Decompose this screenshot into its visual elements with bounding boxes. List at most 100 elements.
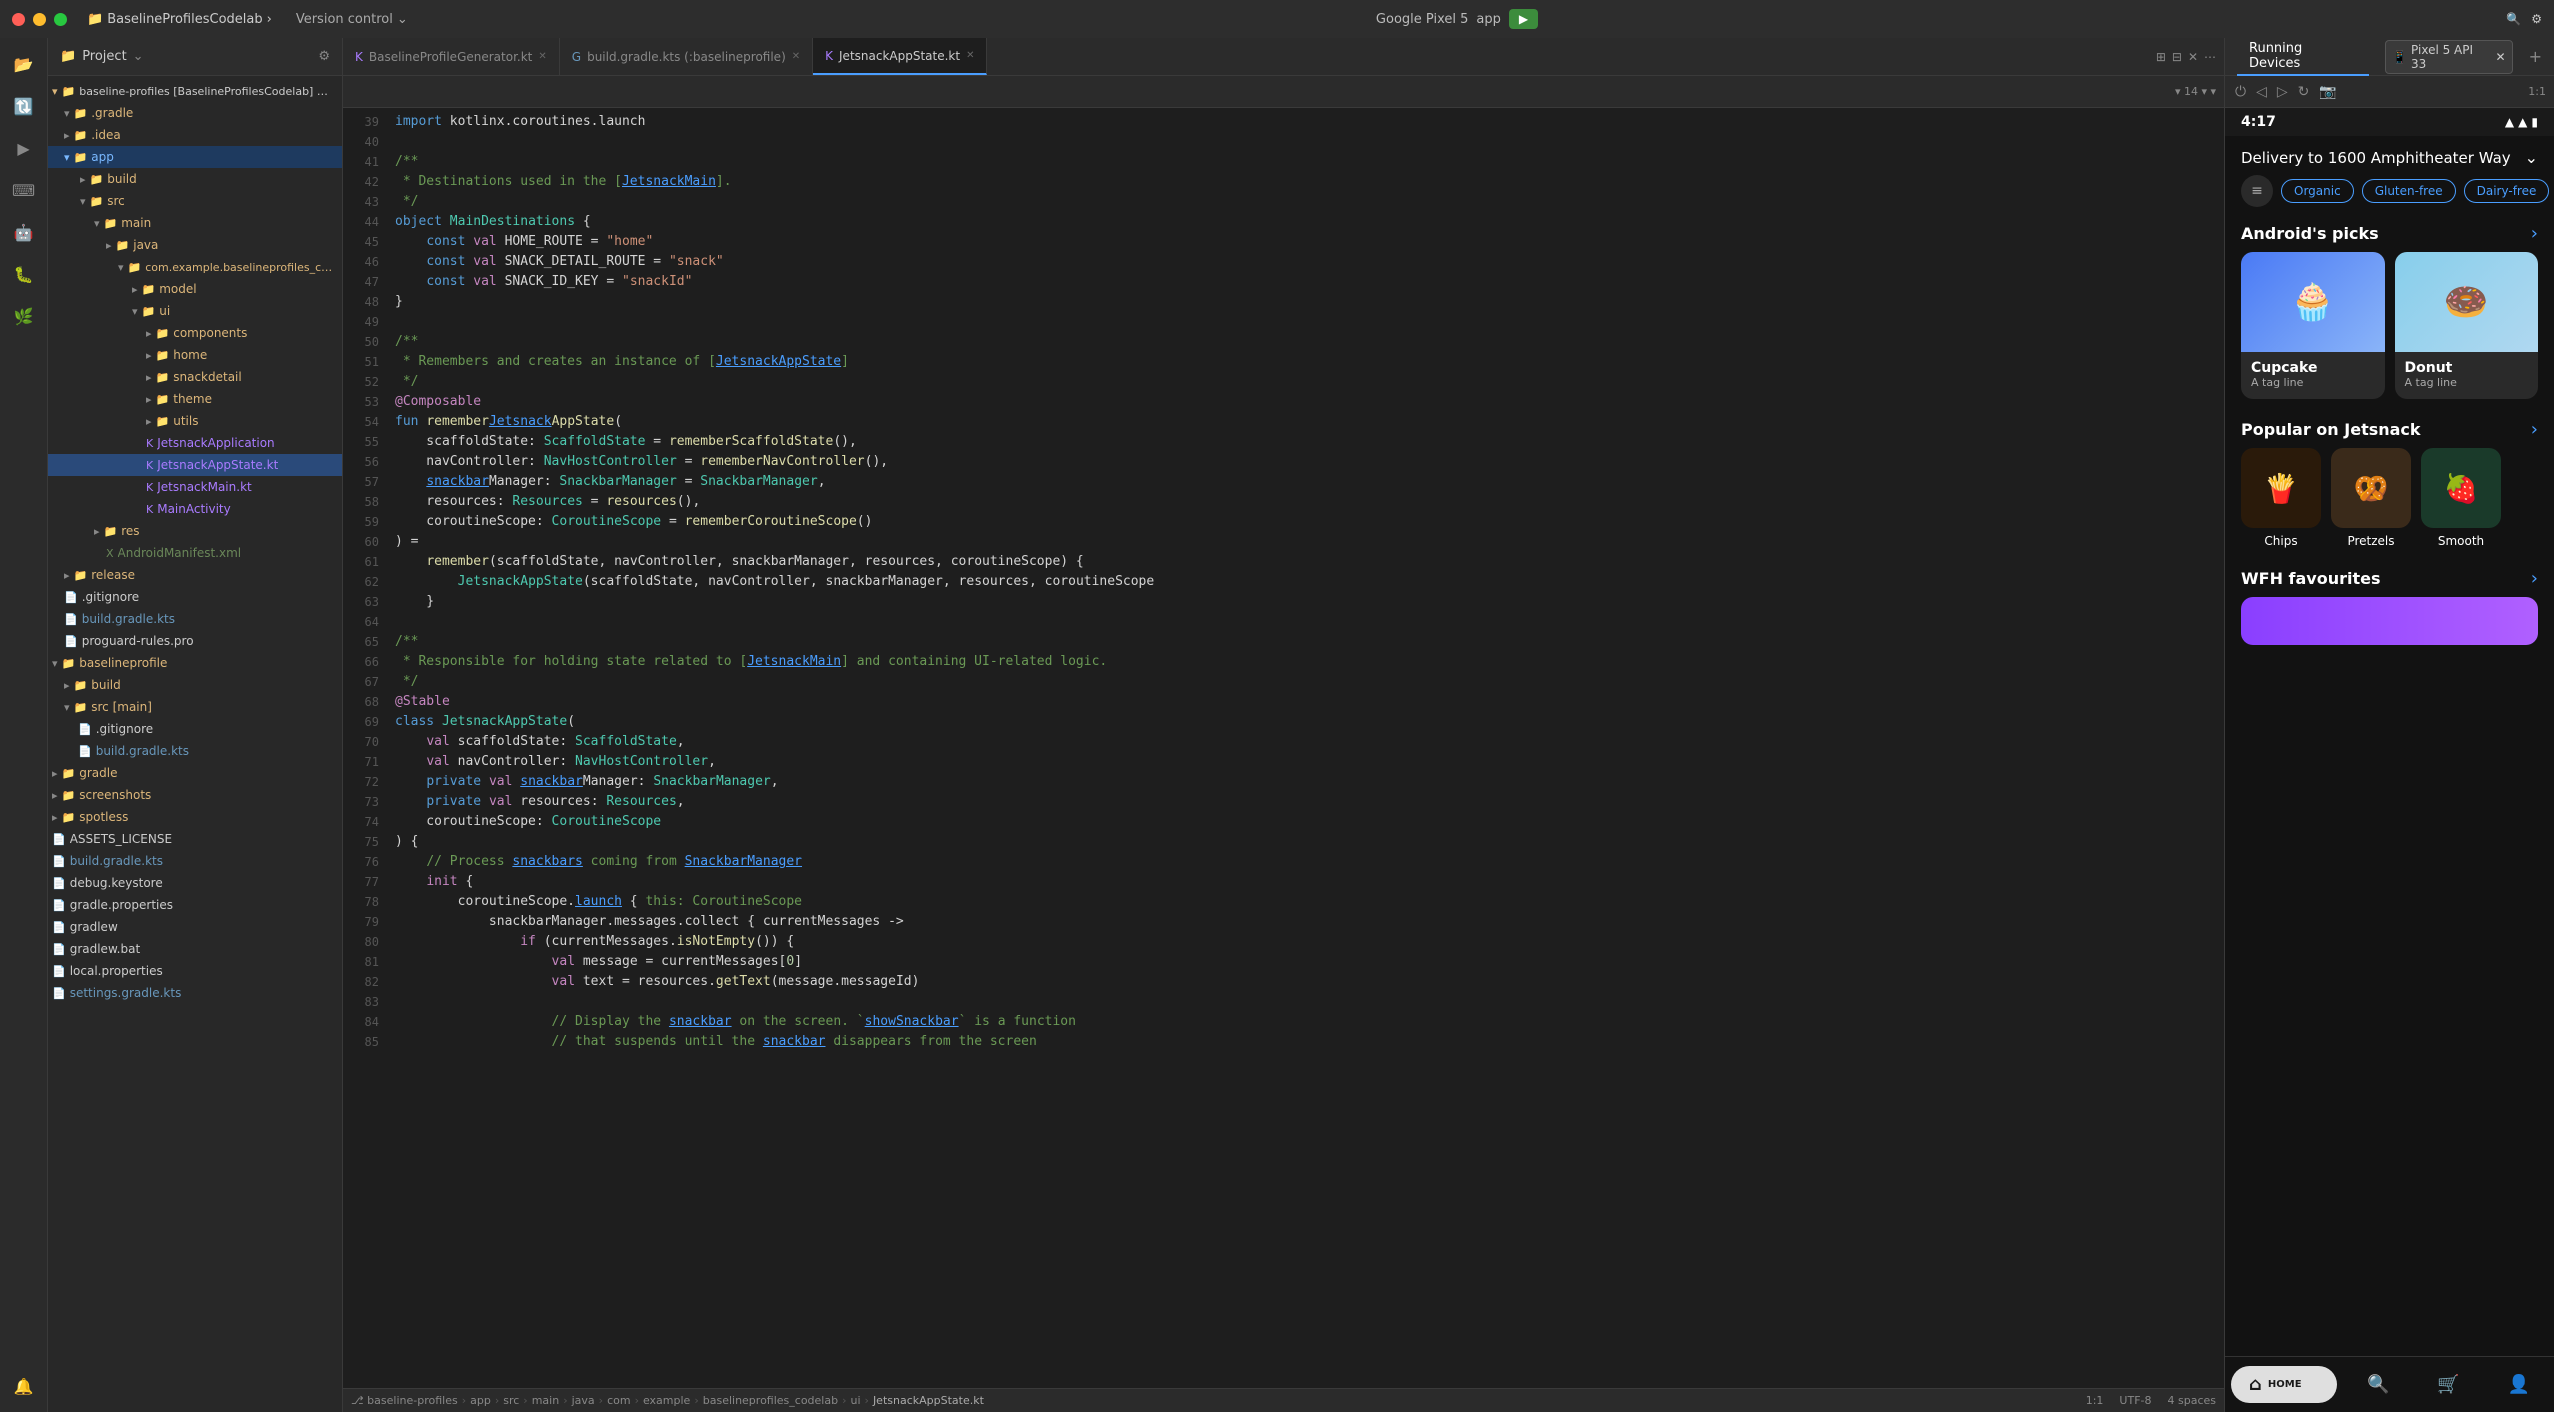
search-icon[interactable]: 🔍	[2506, 12, 2521, 26]
tree-item-release[interactable]: ▸ 📁 release	[48, 564, 342, 586]
close-tab-icon[interactable]: ✕	[538, 51, 546, 62]
donut-card[interactable]: 🍩 Donut A tag line	[2395, 252, 2539, 399]
maximize-button[interactable]	[54, 13, 67, 26]
tree-item-app-folder[interactable]: ▾ 📁 app	[48, 146, 342, 168]
breadcrumb-file[interactable]: JetsnackAppState.kt	[873, 1394, 984, 1407]
tree-item-res[interactable]: ▸ 📁 res	[48, 520, 342, 542]
tree-item-main-activity[interactable]: K MainActivity	[48, 498, 342, 520]
gluten-free-chip[interactable]: Gluten-free	[2362, 179, 2456, 203]
tree-item-assets-license[interactable]: 📄 ASSETS_LICENSE	[48, 828, 342, 850]
version-control[interactable]: Version control ⌄	[296, 12, 408, 27]
tree-item-home[interactable]: ▸ 📁 home	[48, 344, 342, 366]
close-tab-icon[interactable]: ✕	[792, 51, 800, 62]
popular-arrow-icon[interactable]: ›	[2531, 419, 2538, 440]
tree-item-root-gradle[interactable]: 📄 build.gradle.kts	[48, 850, 342, 872]
tree-item-gradle-folder2[interactable]: ▸ 📁 gradle	[48, 762, 342, 784]
tree-item-build-gradle[interactable]: 📄 build.gradle.kts	[48, 608, 342, 630]
cupcake-card[interactable]: 🧁 Cupcake A tag line	[2241, 252, 2385, 399]
settings-icon[interactable]: ⚙	[2531, 12, 2542, 26]
tree-item-manifest[interactable]: X AndroidManifest.xml	[48, 542, 342, 564]
filter-menu-icon[interactable]: ≡	[2241, 175, 2273, 207]
breadcrumb-main[interactable]: main	[532, 1394, 559, 1407]
dairy-free-chip[interactable]: Dairy-free	[2464, 179, 2550, 203]
tree-item-gradle-properties[interactable]: 📄 gradle.properties	[48, 894, 342, 916]
tree-item-baselineprofile-folder[interactable]: ▾ 📁 baselineprofile	[48, 652, 342, 674]
tree-item-baseline-profiles[interactable]: ▾ 📁 baseline-profiles [BaselineProfilesC…	[48, 80, 342, 102]
sidebar-debug-icon[interactable]: 🐛	[6, 256, 42, 292]
breadcrumb-example[interactable]: example	[643, 1394, 690, 1407]
plus-icon[interactable]: ✕	[2496, 50, 2506, 64]
tab-baseline-generator[interactable]: K BaselineProfileGenerator.kt ✕	[343, 38, 560, 75]
breadcrumb-app[interactable]: app	[470, 1394, 491, 1407]
back-button[interactable]: ◁	[2254, 81, 2269, 102]
tree-item-bp-build[interactable]: ▸ 📁 build	[48, 674, 342, 696]
sidebar-vcs-icon[interactable]: 🔃	[6, 88, 42, 124]
nav-cart[interactable]: 🛒	[2414, 1374, 2484, 1395]
tree-item-build[interactable]: ▸ 📁 build	[48, 168, 342, 190]
wfh-promo-card[interactable]	[2241, 597, 2538, 645]
tree-item-screenshots[interactable]: ▸ 📁 screenshots	[48, 784, 342, 806]
smooth-item[interactable]: 🍓 Smooth	[2421, 448, 2501, 548]
tree-item-bp-gradle[interactable]: 📄 build.gradle.kts	[48, 740, 342, 762]
sidebar-project-icon[interactable]: 📂	[6, 46, 42, 82]
tree-item-gradle-folder[interactable]: ▾ 📁 .gradle	[48, 102, 342, 124]
close-button[interactable]	[12, 13, 25, 26]
sidebar-terminal-icon[interactable]: ⌨	[6, 172, 42, 208]
tree-item-gradlew[interactable]: 📄 gradlew	[48, 916, 342, 938]
tree-item-bp-gitignore[interactable]: 📄 .gitignore	[48, 718, 342, 740]
tree-item-jetsnack-state[interactable]: K JetsnackAppState.kt	[48, 454, 342, 476]
minimize-button[interactable]	[33, 13, 46, 26]
tree-item-jetsnack-main[interactable]: K JetsnackMain.kt	[48, 476, 342, 498]
app-delivery-header[interactable]: Delivery to 1600 Amphitheater Way ⌄	[2225, 136, 2554, 175]
gear-icon[interactable]: ⚙	[318, 49, 330, 64]
breadcrumb-java[interactable]: java	[572, 1394, 595, 1407]
breadcrumb-com[interactable]: com	[607, 1394, 631, 1407]
forward-button[interactable]: ▷	[2275, 81, 2290, 102]
run-button[interactable]: ▶	[1509, 9, 1538, 29]
sidebar-android-icon[interactable]: 🤖	[6, 214, 42, 250]
nav-profile[interactable]: 👤	[2484, 1374, 2554, 1395]
sidebar-run-icon[interactable]: ▶	[6, 130, 42, 166]
breadcrumb-ui[interactable]: ui	[851, 1394, 861, 1407]
tree-item-ui[interactable]: ▾ 📁 ui	[48, 300, 342, 322]
tab-build-gradle[interactable]: G build.gradle.kts (:baselineprofile) ✕	[560, 38, 813, 75]
tree-item-snackdetail[interactable]: ▸ 📁 snackdetail	[48, 366, 342, 388]
close-tab-icon[interactable]: ✕	[966, 50, 974, 61]
nav-home[interactable]: ⌂ HOME	[2231, 1366, 2337, 1403]
breadcrumb-src[interactable]: src	[503, 1394, 519, 1407]
add-device-icon[interactable]: +	[2529, 47, 2542, 66]
sidebar-notifications-icon[interactable]: 🔔	[6, 1368, 42, 1404]
section-arrow-icon[interactable]: ›	[2531, 223, 2538, 244]
tree-item-com-example[interactable]: ▾ 📁 com.example.baselineprofiles_codel	[48, 256, 342, 278]
tree-item-jetsnack-app[interactable]: K JetsnackApplication	[48, 432, 342, 454]
project-name[interactable]: 📁 BaselineProfilesCodelab ›	[87, 12, 272, 27]
tree-item-bp-src[interactable]: ▾ 📁 src [main]	[48, 696, 342, 718]
organic-chip[interactable]: Organic	[2281, 179, 2354, 203]
tree-item-spotless[interactable]: ▸ 📁 spotless	[48, 806, 342, 828]
delivery-chevron-icon[interactable]: ⌄	[2525, 148, 2538, 167]
code-editor[interactable]: import kotlinx.coroutines.launch /** * D…	[387, 108, 2224, 1388]
tree-item-proguard[interactable]: 📄 proguard-rules.pro	[48, 630, 342, 652]
tree-item-settings-gradle[interactable]: 📄 settings.gradle.kts	[48, 982, 342, 1004]
tree-item-gitignore[interactable]: 📄 .gitignore	[48, 586, 342, 608]
tree-item-components[interactable]: ▸ 📁 components	[48, 322, 342, 344]
tree-item-main[interactable]: ▾ 📁 main	[48, 212, 342, 234]
tree-item-local-properties[interactable]: 📄 local.properties	[48, 960, 342, 982]
running-devices-tab[interactable]: Running Devices	[2237, 38, 2369, 76]
power-button[interactable]: ⏻	[2233, 81, 2248, 102]
tree-item-gradlew-bat[interactable]: 📄 gradlew.bat	[48, 938, 342, 960]
tab-jetsnack-state[interactable]: K JetsnackAppState.kt ✕	[813, 38, 987, 75]
close-all-icon[interactable]: ✕	[2188, 50, 2198, 64]
tree-item-theme[interactable]: ▸ 📁 theme	[48, 388, 342, 410]
split-icon[interactable]: ⊟	[2172, 50, 2182, 64]
tree-item-src[interactable]: ▾ 📁 src	[48, 190, 342, 212]
tree-item-model[interactable]: ▸ 📁 model	[48, 278, 342, 300]
editor-content[interactable]: 3940414243 4445464748 4950515253 5455565…	[343, 108, 2224, 1388]
more-icon[interactable]: ⋯	[2204, 50, 2216, 64]
device-selector[interactable]: 📱 Pixel 5 API 33 ✕	[2385, 40, 2513, 74]
tree-item-java[interactable]: ▸ 📁 java	[48, 234, 342, 256]
screenshot-button[interactable]: 📷	[2317, 81, 2338, 102]
tree-item-idea-folder[interactable]: ▸ 📁 .idea	[48, 124, 342, 146]
nav-search[interactable]: 🔍	[2343, 1374, 2413, 1395]
sidebar-git-icon[interactable]: 🌿	[6, 298, 42, 334]
